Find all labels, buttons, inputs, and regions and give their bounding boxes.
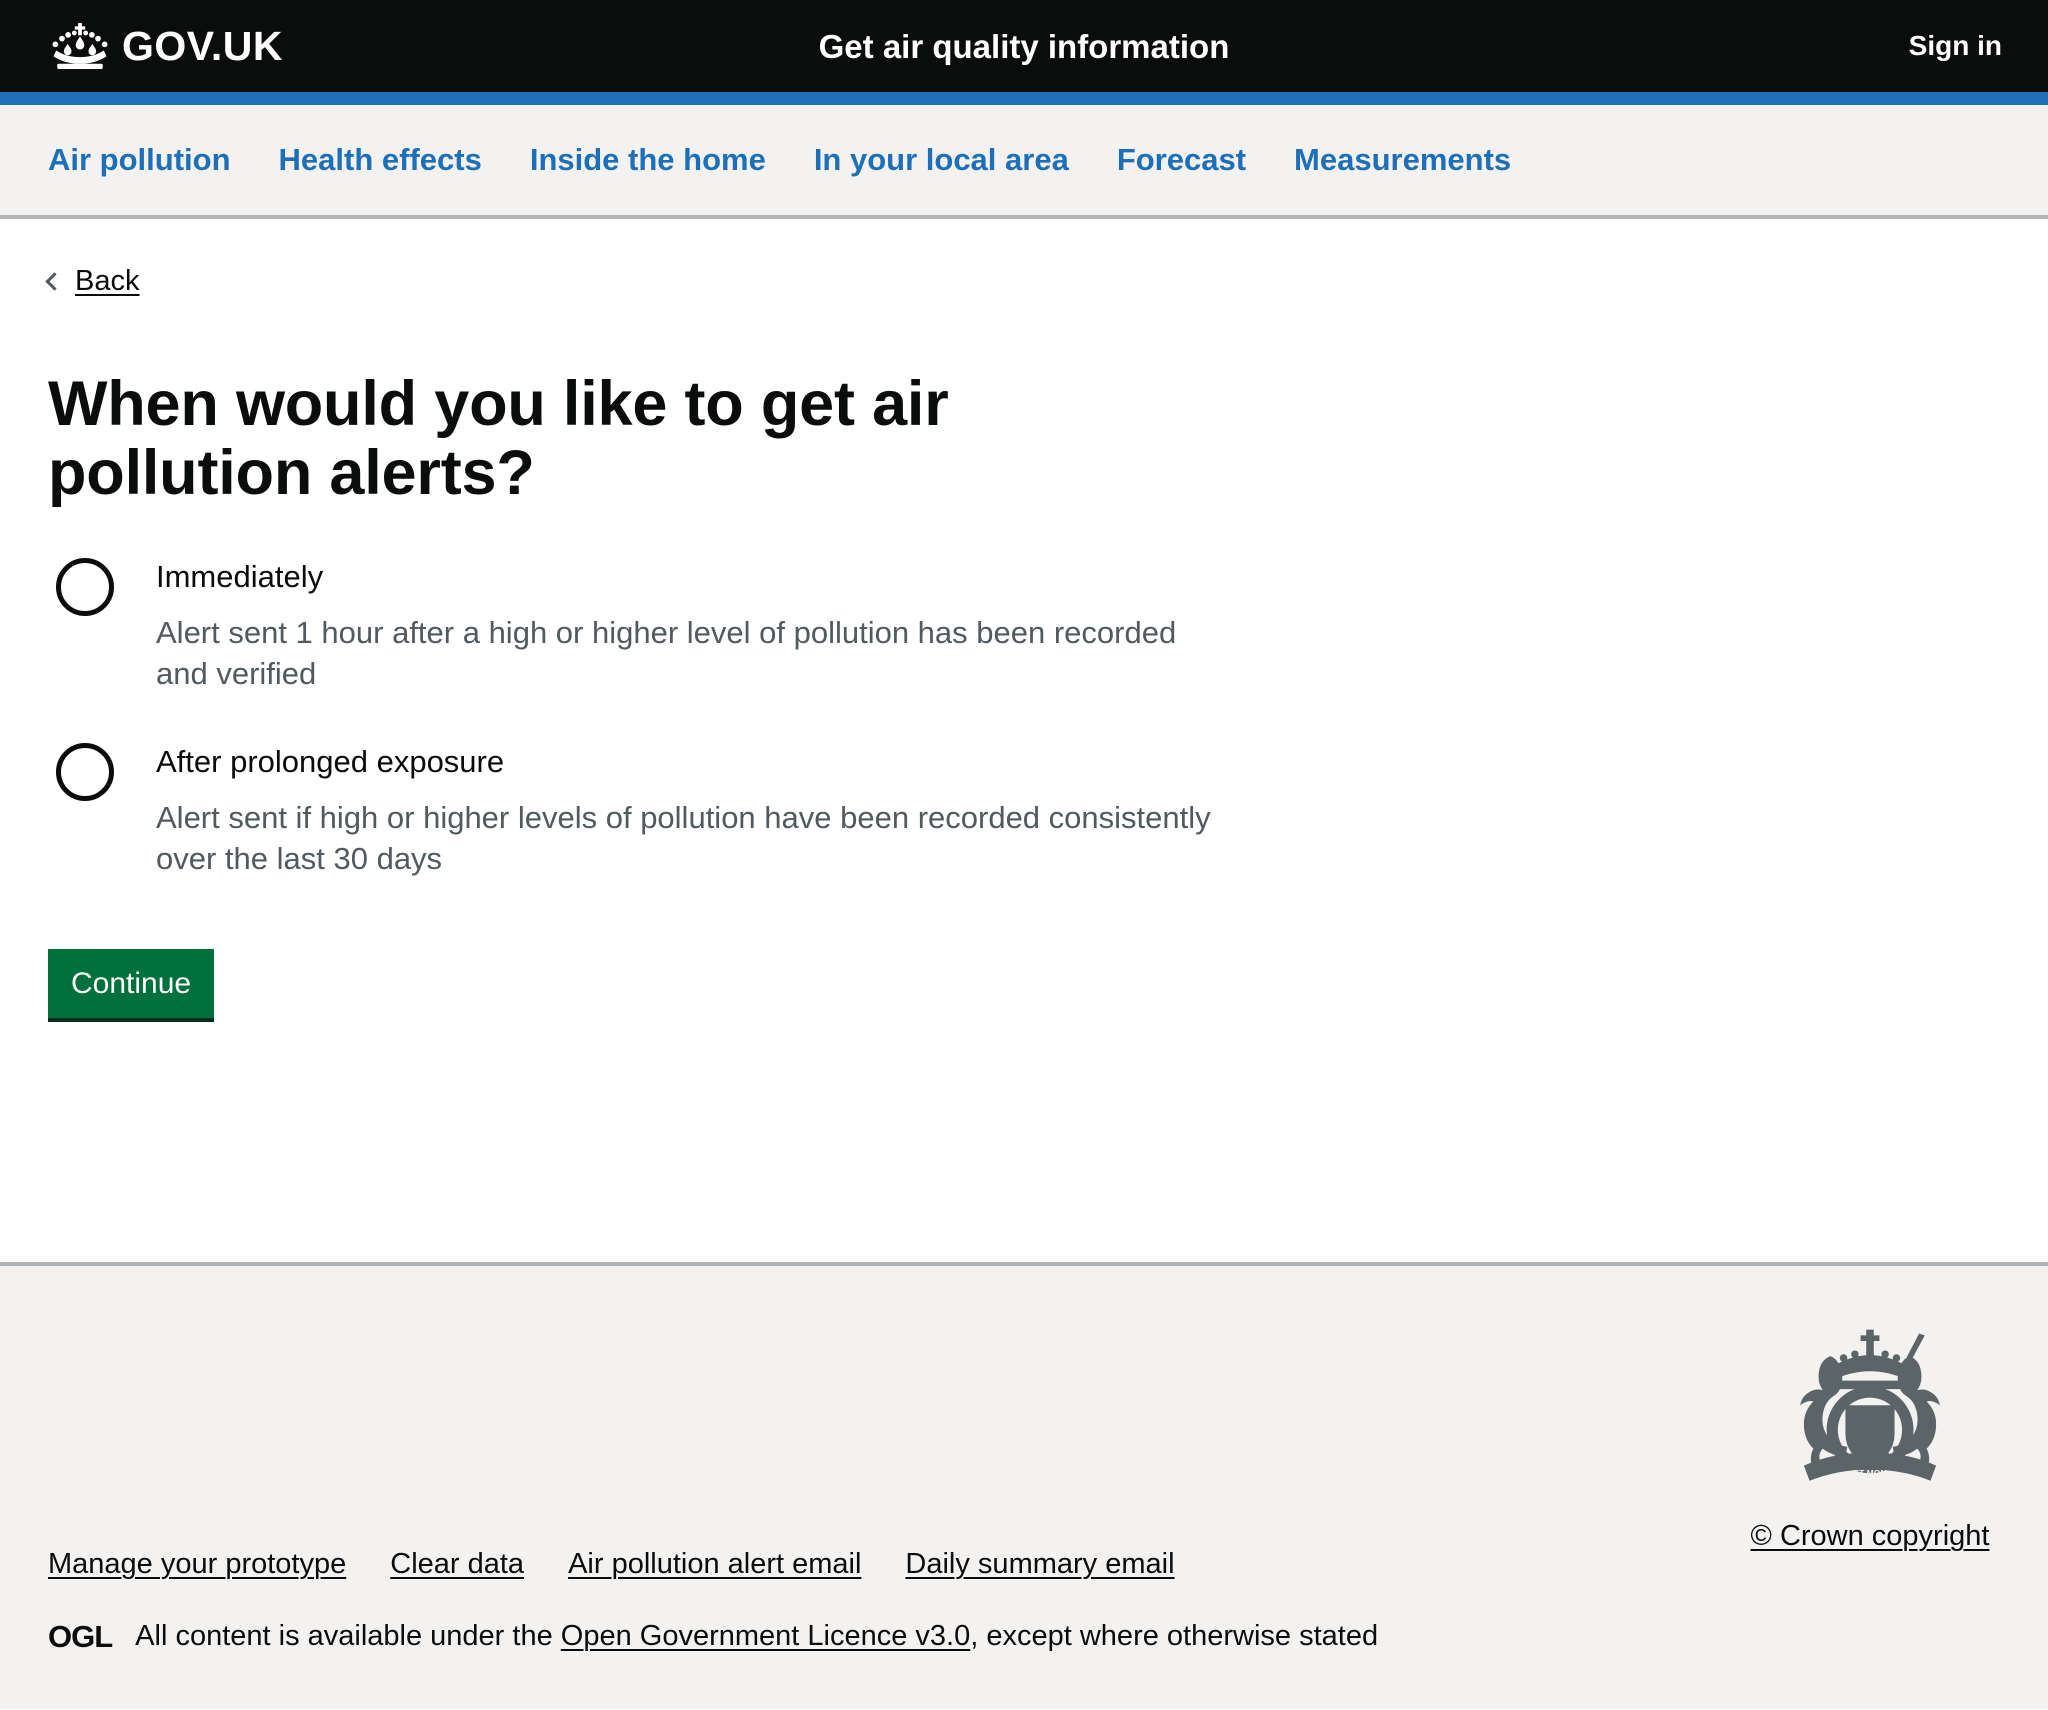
govuk-logo-link[interactable]: GOV.UK: [48, 23, 283, 69]
crown-icon: [48, 23, 112, 69]
footer-link-clear-data[interactable]: Clear data: [390, 1548, 524, 1581]
nav-link-measurements[interactable]: Measurements: [1294, 142, 1511, 177]
nav-item-in-your-local-area: In your local area: [814, 141, 1069, 178]
main-bottom-spacer: [48, 1022, 2000, 1142]
nav-link-air-pollution[interactable]: Air pollution: [48, 142, 231, 177]
ogl-logo-icon: OGL: [48, 1619, 113, 1655]
svg-text:ET MON: ET MON: [1853, 1468, 1886, 1478]
crown-copyright-link[interactable]: © Crown copyright: [1751, 1520, 1990, 1553]
header-inner: GOV.UK Get air quality information Sign …: [0, 0, 2048, 92]
radio-input-after-prolonged-exposure[interactable]: [56, 742, 114, 801]
radio-group: Immediately Alert sent 1 hour after a hi…: [48, 554, 2000, 879]
service-navigation: Air pollution Health effects Inside the …: [0, 105, 2048, 219]
radio-input-immediately[interactable]: [56, 558, 114, 617]
open-government-licence-link[interactable]: Open Government Licence v3.0: [561, 1620, 970, 1652]
sign-in-link[interactable]: Sign in: [1909, 30, 2002, 62]
nav-item-air-pollution: Air pollution: [48, 141, 231, 178]
nav-link-in-your-local-area[interactable]: In your local area: [814, 142, 1069, 177]
nav-link-forecast[interactable]: Forecast: [1117, 142, 1246, 177]
footer-links: Manage your prototype Clear data Air pol…: [48, 1548, 1175, 1581]
site-header: GOV.UK Get air quality information Sign …: [0, 0, 2048, 105]
back-link-label: Back: [75, 265, 140, 297]
nav-link-health-effects[interactable]: Health effects: [279, 142, 482, 177]
radio-option-after-prolonged-exposure[interactable]: After prolonged exposure Alert sent if h…: [48, 739, 2000, 880]
nav-item-inside-the-home: Inside the home: [530, 141, 766, 178]
radio-option-immediately[interactable]: Immediately Alert sent 1 hour after a hi…: [48, 554, 2000, 695]
licence-prefix: All content is available under the: [135, 1620, 553, 1653]
footer-link-air-pollution-alert-email[interactable]: Air pollution alert email: [568, 1548, 861, 1581]
footer-link-daily-summary-email[interactable]: Daily summary email: [905, 1548, 1174, 1581]
service-name: Get air quality information: [818, 27, 1230, 65]
service-nav-list: Air pollution Health effects Inside the …: [48, 141, 1511, 178]
radio-hint-after-prolonged-exposure: Alert sent if high or higher levels of p…: [156, 799, 1211, 876]
continue-button[interactable]: Continue: [48, 949, 215, 1023]
govuk-logo-text: GOV.UK: [122, 22, 283, 69]
radio-label-after-prolonged-exposure[interactable]: After prolonged exposure: [156, 739, 2000, 782]
radio-label-immediately[interactable]: Immediately: [156, 554, 2000, 597]
nav-item-forecast: Forecast: [1117, 141, 1246, 178]
royal-coat-of-arms-icon: ET MON: [1740, 1324, 2000, 1494]
licence-suffix: , except where otherwise stated: [970, 1620, 1379, 1653]
nav-item-health-effects: Health effects: [279, 141, 482, 178]
chevron-left-icon: [45, 272, 64, 291]
licence-text: All content is available under the Open …: [135, 1619, 1378, 1654]
back-link[interactable]: Back: [45, 265, 140, 297]
footer-link-manage-your-prototype[interactable]: Manage your prototype: [48, 1548, 346, 1581]
site-footer: ET MON © Crown copyright Manage your pro…: [0, 1262, 2048, 1709]
main-content: Back When would you like to get air poll…: [0, 219, 2048, 1262]
radio-hint-immediately: Alert sent 1 hour after a high or higher…: [156, 615, 1177, 691]
footer-licence: OGL All content is available under the O…: [48, 1619, 1378, 1654]
crest-block: ET MON © Crown copyright: [1740, 1324, 2000, 1553]
nav-item-measurements: Measurements: [1294, 141, 1511, 178]
nav-link-inside-the-home[interactable]: Inside the home: [530, 142, 766, 177]
page-title: When would you like to get air pollution…: [48, 369, 949, 508]
